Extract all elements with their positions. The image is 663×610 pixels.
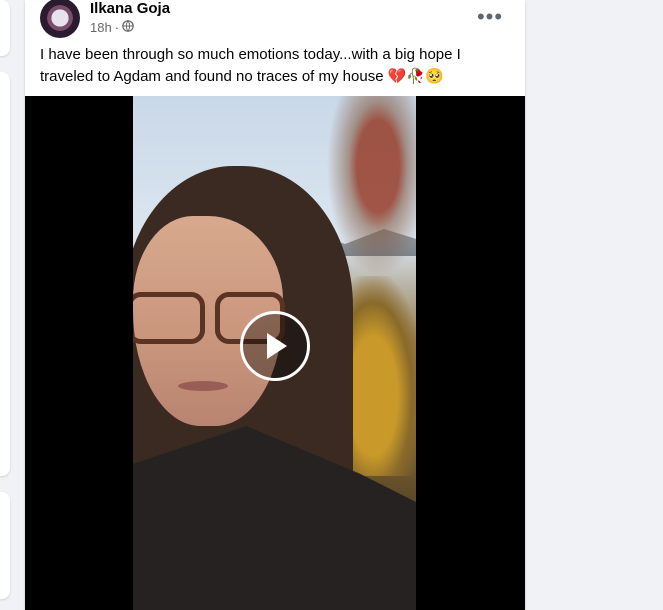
author-name[interactable]: Ilkana Goja [90,0,170,17]
post-text: I have been through so much emotions tod… [40,46,461,85]
post-time[interactable]: 18h [90,20,112,35]
side-card-edge [0,72,10,476]
post-meta: 18h · [90,20,134,35]
author-avatar[interactable] [40,0,80,38]
side-card-edge [0,0,10,56]
more-options-icon[interactable]: ••• [475,2,505,32]
feed-post: Ilkana Goja 18h · ••• I have been throug… [25,0,525,610]
video-player[interactable] [25,96,525,610]
side-card-edge [0,492,10,599]
meta-separator: · [114,20,120,35]
globe-icon [122,20,134,35]
post-header: Ilkana Goja 18h · ••• [25,0,525,44]
play-icon[interactable] [240,311,310,381]
